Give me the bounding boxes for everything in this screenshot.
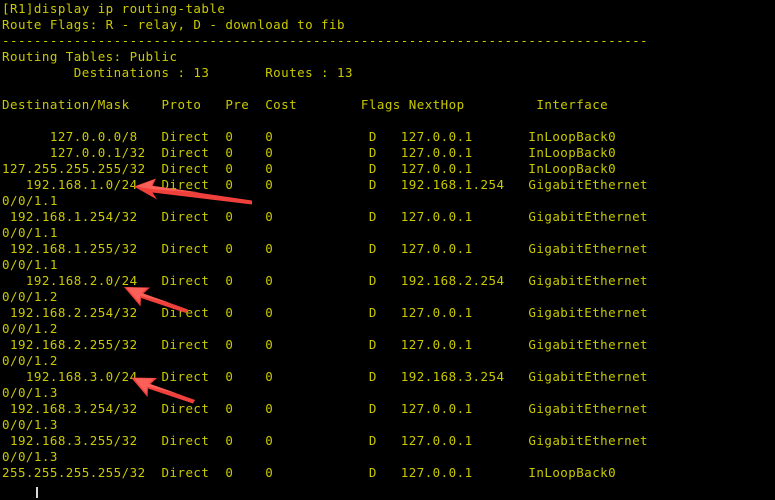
routing-table-output: [R1]display ip routing-table Route Flags… (2, 1, 649, 480)
terminal-cursor (36, 487, 38, 498)
terminal-window[interactable]: [R1]display ip routing-table Route Flags… (0, 0, 775, 500)
